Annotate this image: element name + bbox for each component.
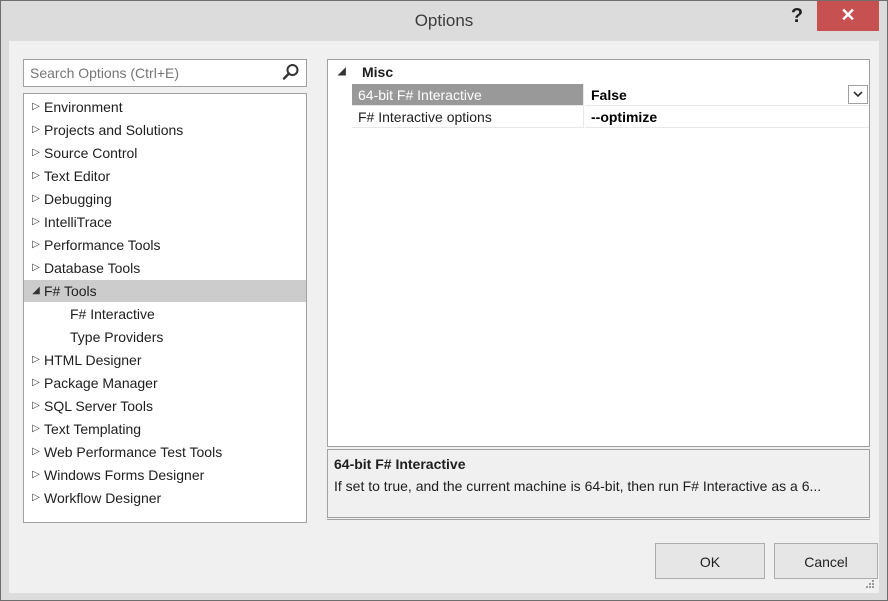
collapse-arrow-icon[interactable]: ◢ xyxy=(30,280,42,302)
close-button[interactable]: ✕ xyxy=(817,1,879,31)
tree-item-database-tools[interactable]: ▷ Database Tools xyxy=(24,257,306,279)
tree-item-label: Projects and Solutions xyxy=(44,122,184,138)
expand-arrow-icon[interactable]: ▷ xyxy=(30,119,42,141)
expand-arrow-icon[interactable]: ▷ xyxy=(30,487,42,509)
tree-item-label: Source Control xyxy=(44,145,138,161)
cancel-button[interactable]: Cancel xyxy=(774,543,878,579)
tree-item-fsharp-interactive[interactable]: F# Interactive xyxy=(24,303,306,325)
search-input[interactable] xyxy=(30,63,270,83)
tree-item-source-control[interactable]: ▷ Source Control xyxy=(24,142,306,164)
resize-grip-icon[interactable] xyxy=(865,579,875,589)
divider xyxy=(327,519,870,520)
expand-arrow-icon[interactable]: ▷ xyxy=(30,441,42,463)
tree-item-projects-and-solutions[interactable]: ▷ Projects and Solutions xyxy=(24,119,306,141)
expand-arrow-icon[interactable]: ▷ xyxy=(30,165,42,187)
tree-item-label: Windows Forms Designer xyxy=(44,467,205,483)
description-title: 64-bit F# Interactive xyxy=(334,456,466,472)
tree-item-label: Debugging xyxy=(44,191,112,207)
tree-item-label: Text Editor xyxy=(44,168,111,184)
description-text: If set to true, and the current machine … xyxy=(334,478,822,494)
tree-item-label: F# Tools xyxy=(44,283,97,299)
expand-arrow-icon[interactable]: ▷ xyxy=(30,188,42,210)
tree-item-label: Text Templating xyxy=(44,421,142,437)
tree-item-windows-forms-designer[interactable]: ▷ Windows Forms Designer xyxy=(24,464,306,486)
expand-arrow-icon[interactable]: ▷ xyxy=(30,142,42,164)
description-panel: 64-bit F# Interactive If set to true, an… xyxy=(327,449,870,518)
tree-item-label: Environment xyxy=(44,99,123,115)
property-name[interactable]: F# Interactive options xyxy=(352,106,584,128)
property-value-dropdown[interactable]: False xyxy=(585,84,869,106)
close-icon: ✕ xyxy=(840,5,856,25)
expand-arrow-icon[interactable]: ▷ xyxy=(30,349,42,371)
tree-item-sql-server-tools[interactable]: ▷ SQL Server Tools xyxy=(24,395,306,417)
tree-item-label: Web Performance Test Tools xyxy=(44,444,223,460)
tree-item-intellitrace[interactable]: ▷ IntelliTrace xyxy=(24,211,306,233)
tree-item-label: Package Manager xyxy=(44,375,158,391)
tree-item-workflow-designer[interactable]: ▷ Workflow Designer xyxy=(24,487,306,509)
tree-item-html-designer[interactable]: ▷ HTML Designer xyxy=(24,349,306,371)
category-label: Misc xyxy=(362,64,394,80)
collapse-arrow-icon[interactable]: ◢ xyxy=(338,62,346,82)
expand-arrow-icon[interactable]: ▷ xyxy=(30,211,42,233)
property-name[interactable]: 64-bit F# Interactive xyxy=(352,84,584,106)
tree-item-label: Workflow Designer xyxy=(44,490,162,506)
expand-arrow-icon[interactable]: ▷ xyxy=(30,418,42,440)
chevron-down-icon xyxy=(853,91,863,98)
tree-item-text-editor[interactable]: ▷ Text Editor xyxy=(24,165,306,187)
title-bar[interactable]: Options ? ✕ xyxy=(1,1,887,41)
tree-item-label: Performance Tools xyxy=(44,237,161,253)
tree-item-environment[interactable]: ▷ Environment xyxy=(24,96,306,118)
property-grid[interactable]: ◢ Misc 64-bit F# Interactive False F# In… xyxy=(327,59,870,447)
tree-item-package-manager[interactable]: ▷ Package Manager xyxy=(24,372,306,394)
property-row-options[interactable]: F# Interactive options --optimize xyxy=(352,106,869,128)
property-row-64bit[interactable]: 64-bit F# Interactive False xyxy=(352,84,869,106)
tree-item-web-performance-test-tools[interactable]: ▷ Web Performance Test Tools xyxy=(24,441,306,463)
tree-item-debugging[interactable]: ▷ Debugging xyxy=(24,188,306,210)
help-button[interactable]: ? xyxy=(782,3,812,29)
category-misc[interactable]: ◢ Misc xyxy=(328,62,869,82)
property-value-field[interactable]: --optimize xyxy=(585,106,869,128)
expand-arrow-icon[interactable]: ▷ xyxy=(30,234,42,256)
tree-item-label: F# Interactive xyxy=(70,306,155,322)
expand-arrow-icon[interactable]: ▷ xyxy=(30,96,42,118)
expand-arrow-icon[interactable]: ▷ xyxy=(30,257,42,279)
tree-item-label: IntelliTrace xyxy=(44,214,112,230)
tree-item-label: Database Tools xyxy=(44,260,141,276)
search-box[interactable] xyxy=(23,59,307,87)
tree-item-label: Type Providers xyxy=(70,329,164,345)
expand-arrow-icon[interactable]: ▷ xyxy=(30,395,42,417)
tree-item-fsharp-tools[interactable]: ◢ F# Tools xyxy=(24,280,306,302)
dialog-content: ▷ Environment ▷ Projects and Solutions ▷… xyxy=(9,41,879,593)
tree-item-text-templating[interactable]: ▷ Text Templating xyxy=(24,418,306,440)
ok-button[interactable]: OK xyxy=(655,543,765,579)
dialog-title: Options xyxy=(414,11,474,30)
dropdown-button[interactable] xyxy=(848,85,868,104)
expand-arrow-icon[interactable]: ▷ xyxy=(30,464,42,486)
expand-arrow-icon[interactable]: ▷ xyxy=(30,372,42,394)
property-value: False xyxy=(591,87,627,103)
tree-item-type-providers[interactable]: Type Providers xyxy=(24,326,306,348)
tree-item-performance-tools[interactable]: ▷ Performance Tools xyxy=(24,234,306,256)
options-dialog: Options ? ✕ ▷ Environment ▷ Projects and… xyxy=(0,0,888,601)
tree-item-label: HTML Designer xyxy=(44,352,142,368)
search-icon[interactable] xyxy=(282,63,300,81)
tree-item-label: SQL Server Tools xyxy=(44,398,153,414)
options-tree[interactable]: ▷ Environment ▷ Projects and Solutions ▷… xyxy=(23,93,307,523)
